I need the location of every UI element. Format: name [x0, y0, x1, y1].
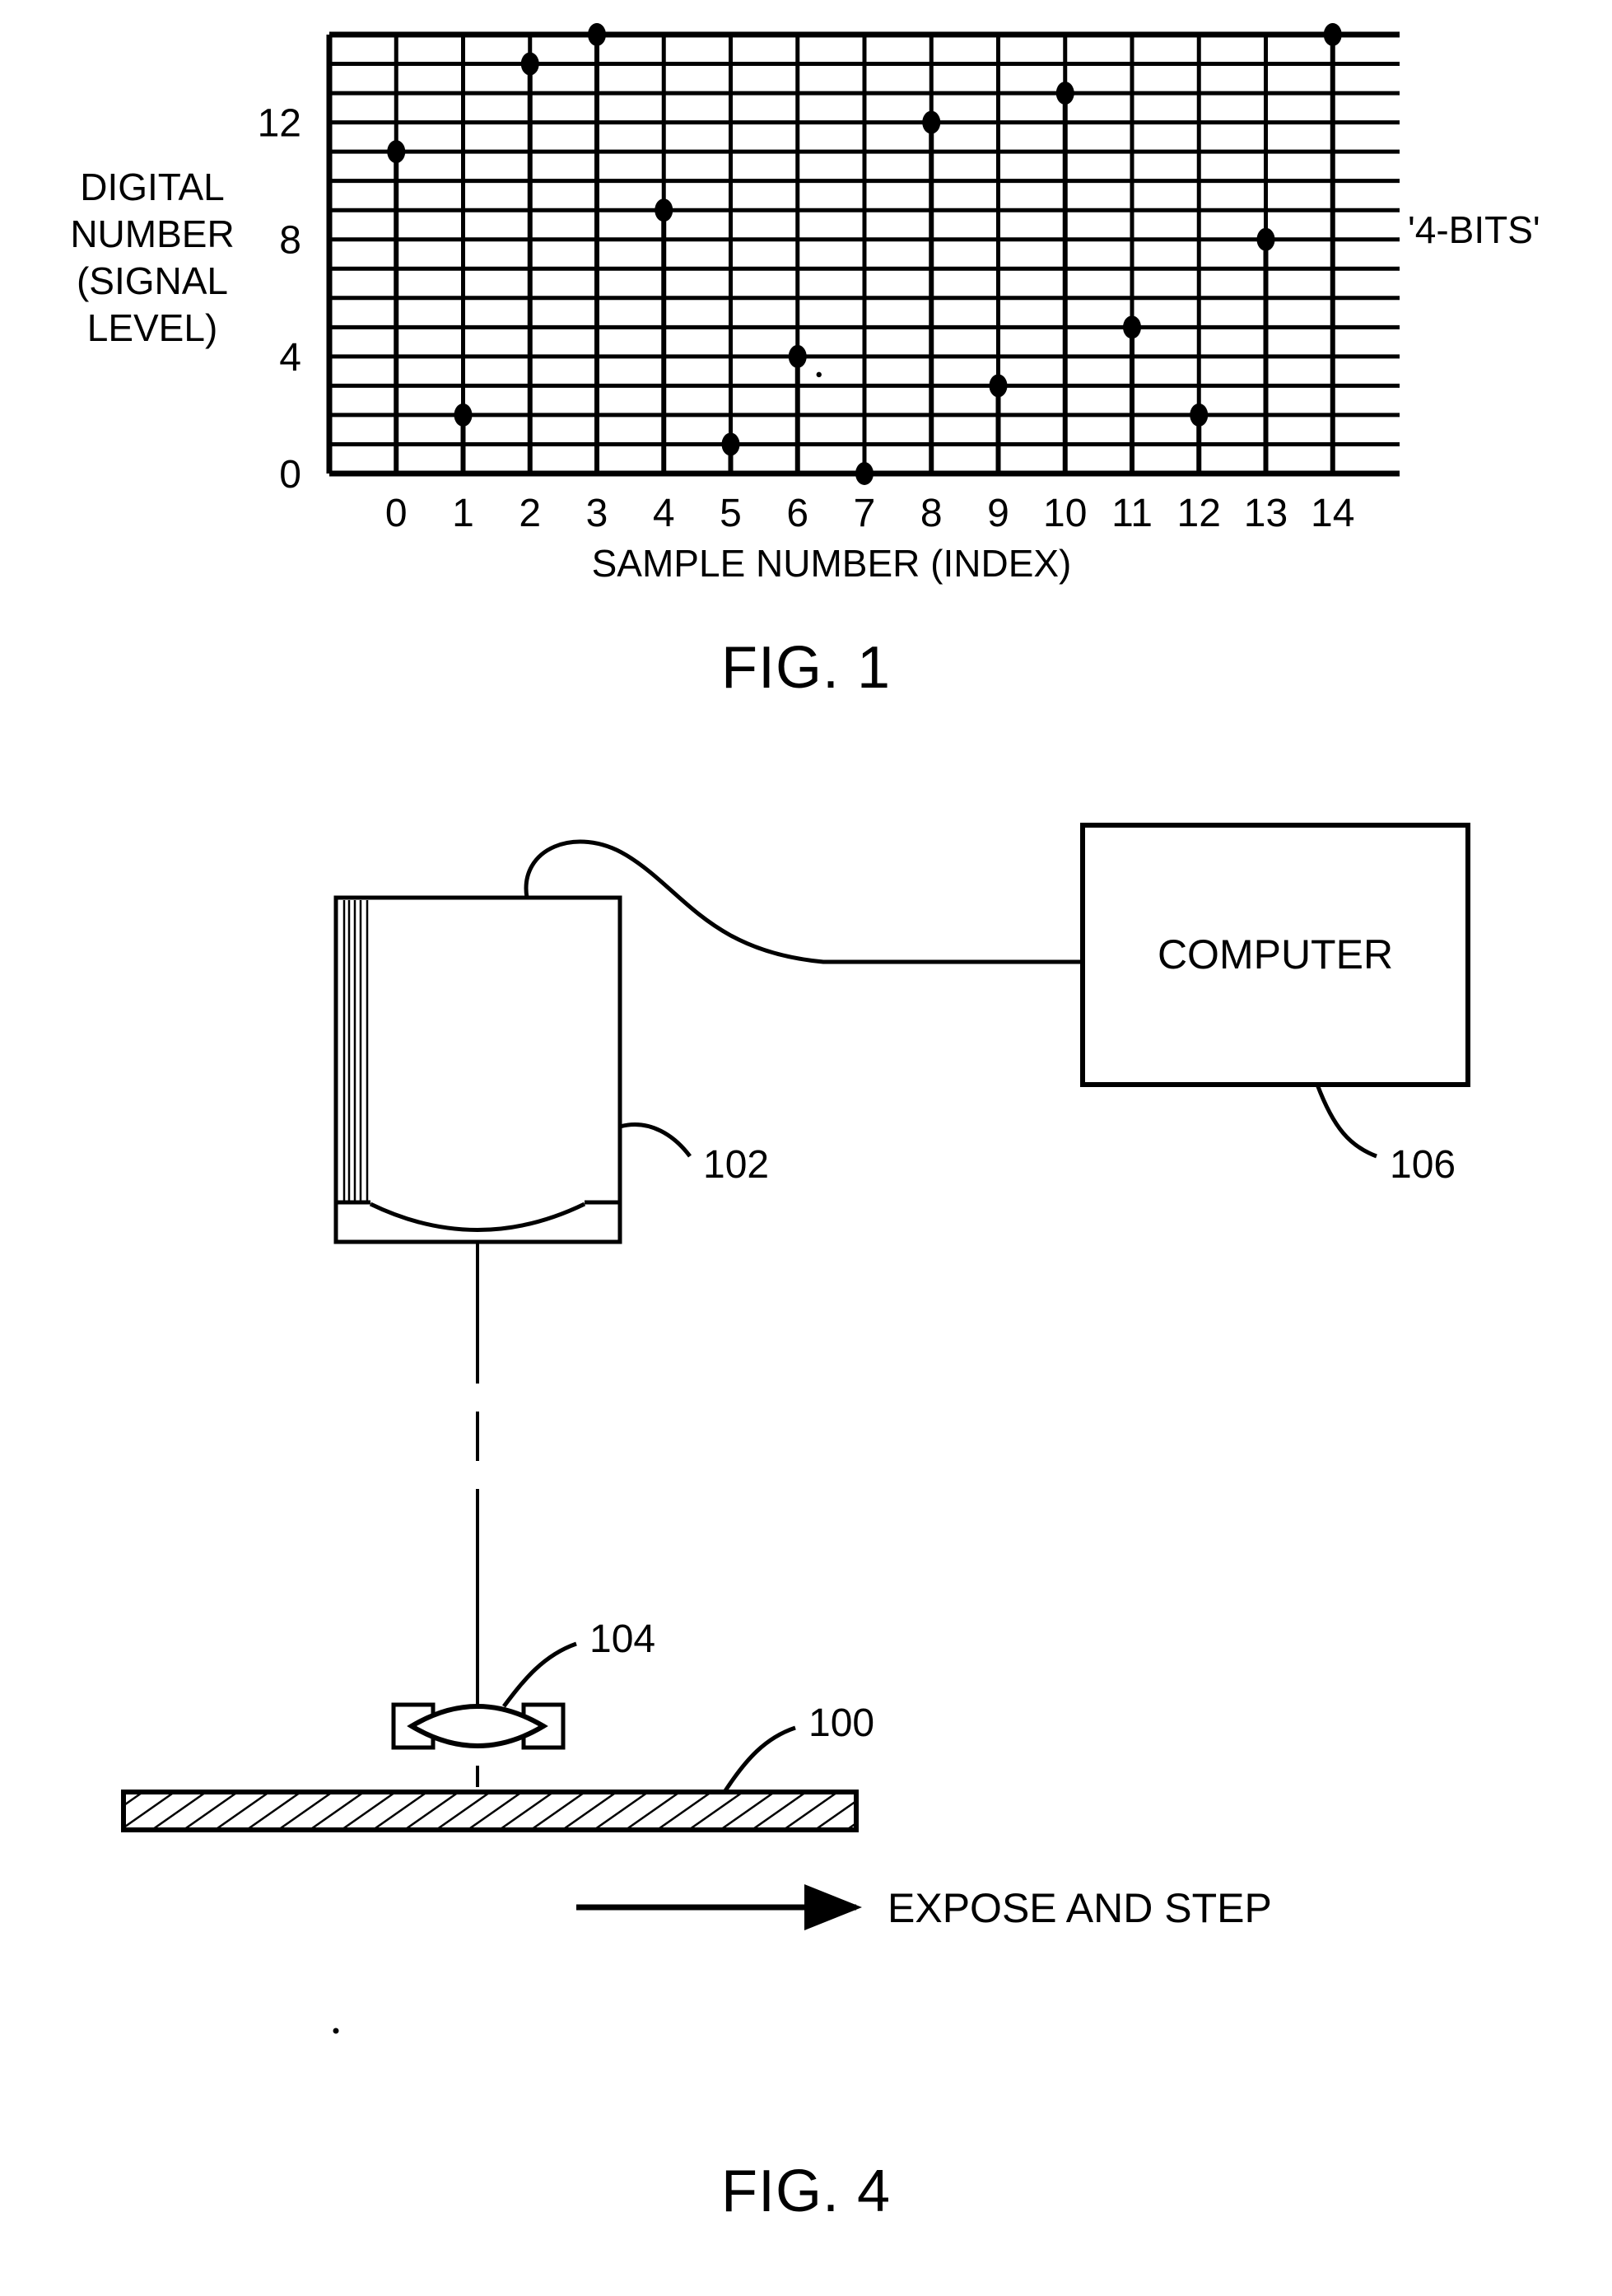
x-tick-label: 2	[519, 492, 541, 535]
x-tick-label: 14	[1311, 492, 1354, 535]
x-tick-label: 7	[854, 492, 876, 535]
computer-box-group: COMPUTER	[1080, 823, 1470, 1087]
data-point-marker	[520, 52, 539, 76]
data-point-marker	[922, 110, 941, 134]
ref-numeral-102: 102	[703, 1143, 769, 1187]
leader-line-100	[722, 1725, 796, 1794]
x-tick-label: 10	[1043, 492, 1087, 535]
leader-line-106	[1315, 1084, 1377, 1159]
y-tick-label: 12	[258, 102, 301, 146]
ref-numeral-100: 100	[808, 1701, 874, 1745]
x-tick-label: 9	[987, 492, 1009, 535]
leader-line-104	[502, 1641, 577, 1708]
data-point-marker	[1055, 82, 1074, 105]
expose-and-step-label: EXPOSE AND STEP	[888, 1885, 1272, 1931]
fig1-chart: DIGITAL NUMBER (SIGNAL LEVEL) 048120 1 2 3 4…	[70, 23, 1540, 585]
computer-label: COMPUTER	[1158, 931, 1393, 978]
ref-numeral-104: 104	[589, 1617, 655, 1661]
data-point-marker	[721, 432, 740, 456]
figure-4: COMPUTER 106 102 104 100 EXPOSE AND STEP…	[0, 807, 1612, 2296]
data-point-marker	[1256, 227, 1275, 251]
y-axis-title-line-2: NUMBER	[70, 212, 234, 255]
camera-body-group	[333, 895, 622, 1244]
camera-body	[333, 895, 622, 1205]
figure-1: DIGITAL NUMBER (SIGNAL LEVEL) 0 4 8 12 0 1 2 3 4…	[0, 0, 1612, 758]
data-point-marker	[454, 403, 473, 427]
x-tick-label: 13	[1244, 492, 1288, 535]
figure-1-caption: FIG. 1	[720, 635, 892, 701]
x-tick-label: 0	[385, 492, 408, 535]
figure-4-caption: FIG. 4	[720, 2158, 892, 2224]
y-axis-title-line-4: LEVEL)	[87, 306, 218, 349]
data-point-marker	[1190, 403, 1209, 427]
substrate	[121, 1790, 859, 1832]
four-bits-annotation: '4-BITS'	[1408, 208, 1540, 251]
x-tick-label: 5	[720, 492, 742, 535]
scan-artifact-dot	[816, 371, 822, 378]
data-point-marker	[989, 374, 1008, 398]
substrate-group	[121, 1790, 859, 1832]
leader-line-102	[619, 1122, 692, 1158]
ref-numeral-106: 106	[1390, 1143, 1456, 1187]
y-tick-label: 0	[279, 453, 301, 497]
data-point-marker	[655, 198, 673, 222]
x-tick-label: 12	[1177, 492, 1221, 535]
data-point-marker	[588, 23, 606, 46]
y-tick-label: 8	[279, 219, 301, 263]
data-point-marker	[855, 462, 874, 485]
fig1-plot-area: 048120 1 2 3 4 5 6 7 8 9 10 11 12 13 14	[258, 23, 1400, 535]
figure-sheet: DIGITAL NUMBER (SIGNAL LEVEL) 0 4 8 12 0 1 2 3 4…	[0, 0, 1612, 2296]
x-axis-title: SAMPLE NUMBER (INDEX)	[592, 542, 1072, 585]
y-axis-title-line-1: DIGITAL	[80, 166, 225, 208]
x-tick-label: 11	[1111, 492, 1153, 535]
data-point-marker	[1123, 315, 1141, 339]
scan-artifact-dot	[333, 2028, 339, 2034]
x-tick-label: 4	[653, 492, 675, 535]
x-tick-label: 6	[786, 492, 808, 535]
data-point-marker	[1323, 23, 1342, 46]
data-point-marker	[788, 344, 807, 368]
x-tick-label: 8	[920, 492, 943, 535]
data-point-marker	[387, 140, 406, 164]
y-tick-label: 4	[279, 336, 301, 380]
x-tick-label: 3	[586, 492, 608, 535]
fig4-diagram: COMPUTER 106 102 104 100 EXPOSE AND STEP	[121, 823, 1470, 2034]
lens-group	[391, 1702, 566, 1750]
x-tick-label: 1	[452, 492, 474, 535]
y-axis-title-line-3: (SIGNAL	[77, 259, 228, 302]
